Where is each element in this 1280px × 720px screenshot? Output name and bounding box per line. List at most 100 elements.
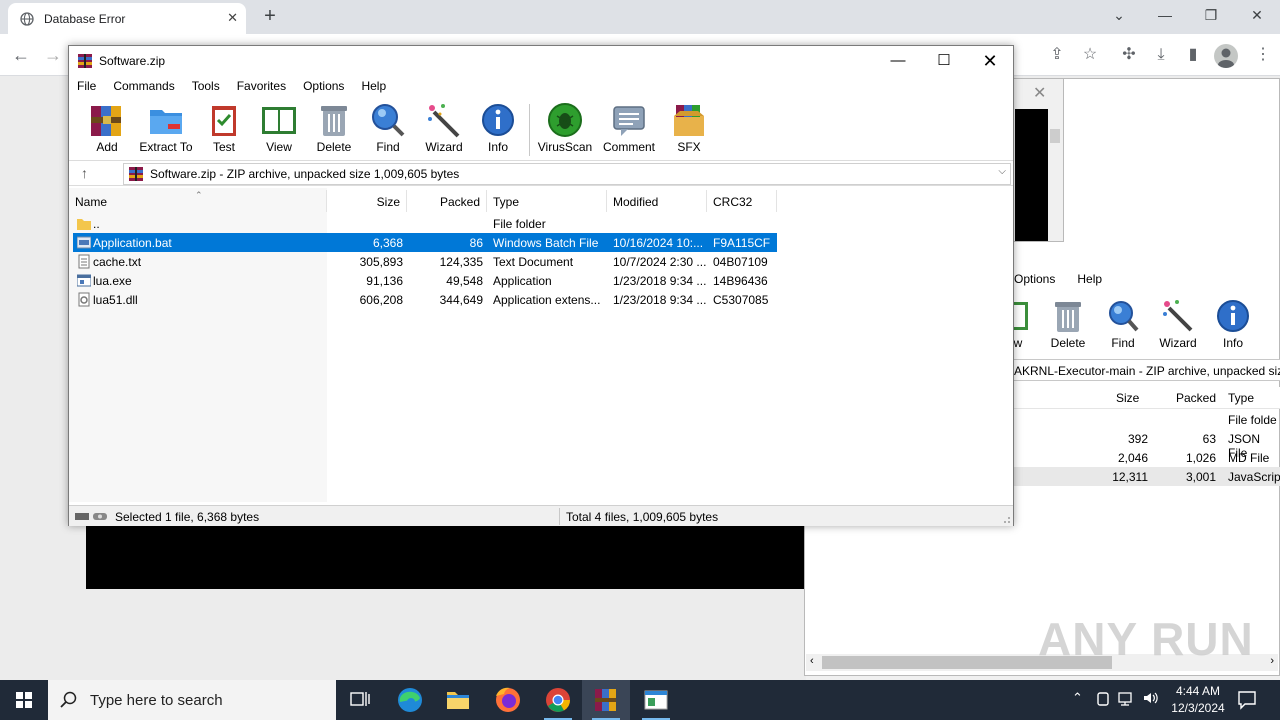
virusscan-button[interactable]: VirusScan <box>537 102 593 154</box>
menu-tools[interactable]: Tools <box>192 79 220 93</box>
forward-arrow-icon[interactable]: → <box>42 44 64 66</box>
menu-help[interactable]: Help <box>1077 272 1102 292</box>
file-explorer-icon[interactable] <box>434 680 482 720</box>
background-dialog: ✕ <box>1012 78 1064 242</box>
menu-file[interactable]: File <box>77 79 96 93</box>
background-list-item-selected[interactable]: 12,311 3,001 JavaScrip <box>1012 467 1280 486</box>
back-wizard-button[interactable]: Wizard <box>1153 298 1203 350</box>
background-list-item[interactable]: 2,046 1,026 MD File <box>1012 448 1280 467</box>
winrar-window[interactable]: Software.zip — ☐ ✕ File Commands Tools F… <box>68 45 1014 526</box>
delete-button[interactable]: Delete <box>311 102 357 154</box>
taskbar-clock[interactable]: 4:44 AM 12/3/2024 <box>1166 683 1230 717</box>
notification-icon[interactable] <box>1236 690 1258 710</box>
back-delete-button[interactable]: Delete <box>1043 298 1093 350</box>
column-type[interactable]: Type <box>1228 391 1254 405</box>
browser-tab-title: Database Error <box>44 11 126 26</box>
dropdown-chevron-icon[interactable]: ⌵ <box>998 166 1006 177</box>
back-arrow-icon[interactable]: ← <box>10 44 32 66</box>
view-button[interactable]: View <box>255 102 303 154</box>
maximize-button[interactable]: ☐ <box>921 46 967 76</box>
bookmark-star-icon[interactable]: ☆ <box>1079 44 1101 66</box>
up-folder-arrow-icon[interactable]: ↑ <box>81 165 88 181</box>
back-find-button[interactable]: Find <box>1098 298 1148 350</box>
status-bar: Selected 1 file, 6,368 bytes Total 4 fil… <box>69 505 1013 526</box>
sfx-button[interactable]: SFX <box>667 102 711 154</box>
wizard-button[interactable]: Wizard <box>421 102 467 154</box>
extensions-puzzle-icon[interactable]: ✣ <box>1118 44 1140 66</box>
column-crc32[interactable]: CRC32 <box>707 190 777 212</box>
download-icon[interactable]: ⤓ <box>1150 44 1172 66</box>
table-row[interactable]: .. File folder <box>73 214 777 233</box>
menu-favorites[interactable]: Favorites <box>237 79 286 93</box>
table-row-selected[interactable]: Application.bat 6,368 86 Windows Batch F… <box>73 233 777 252</box>
menu-commands[interactable]: Commands <box>113 79 174 93</box>
background-menubar: Options Help <box>1014 272 1102 292</box>
folder-icon <box>77 216 91 231</box>
share-icon[interactable]: ⇪ <box>1046 44 1068 66</box>
table-row[interactable]: lua51.dll 606,208 344,649 Application ex… <box>73 290 777 309</box>
tab-search-chevron-icon[interactable]: ⌄ <box>1096 4 1142 28</box>
back-info-button[interactable]: Info <box>1208 298 1258 350</box>
chrome-icon[interactable] <box>534 680 582 720</box>
archive-path-field[interactable]: Software.zip - ZIP archive, unpacked siz… <box>123 163 1011 185</box>
minimize-button[interactable]: — <box>875 46 921 76</box>
folder-extract-icon <box>148 102 184 138</box>
clock-time: 4:44 AM <box>1175 684 1221 698</box>
sfx-box-icon <box>671 102 707 138</box>
scrollbar-thumb[interactable] <box>1050 129 1060 143</box>
info-button[interactable]: Info <box>477 102 519 154</box>
resize-grip-icon[interactable] <box>1001 514 1011 524</box>
restore-browser-button[interactable]: ❐ <box>1188 4 1234 28</box>
tab-close-icon[interactable]: ✕ <box>227 10 238 26</box>
column-type[interactable]: Type <box>487 190 607 212</box>
column-packed[interactable]: Packed <box>1176 391 1216 405</box>
column-modified[interactable]: Modified <box>607 190 707 212</box>
test-button[interactable]: Test <box>203 102 245 154</box>
side-panel-icon[interactable]: ▮ <box>1182 44 1204 66</box>
column-size[interactable]: Size <box>1116 391 1139 405</box>
window-app-icon[interactable] <box>632 680 680 720</box>
volume-icon[interactable] <box>1142 690 1160 706</box>
windows-start-icon[interactable] <box>0 680 48 720</box>
column-size[interactable]: Size <box>327 190 407 212</box>
info-icon <box>1216 298 1250 334</box>
comment-button[interactable]: Comment <box>601 102 657 154</box>
task-view-icon[interactable] <box>336 680 384 720</box>
profile-avatar[interactable] <box>1214 44 1238 68</box>
scroll-right-icon[interactable]: › <box>1270 655 1274 667</box>
menubar: File Commands Tools Favorites Options He… <box>69 76 1013 96</box>
batch-file-icon <box>77 235 91 250</box>
background-list-item[interactable]: 392 63 JSON File <box>1012 429 1280 460</box>
background-address-bar[interactable]: AKRNL-Executor-main - ZIP archive, unpac… <box>1012 359 1280 381</box>
console-window-fragment <box>86 525 804 589</box>
window-titlebar[interactable]: Software.zip <box>69 46 1013 76</box>
minimize-browser-button[interactable]: — <box>1142 4 1188 28</box>
winrar-archive-icon <box>128 166 144 182</box>
winrar-taskbar-icon[interactable] <box>582 680 630 720</box>
taskbar-search-input[interactable]: Type here to search <box>48 680 336 720</box>
browser-tab[interactable]: Database Error ✕ <box>8 3 246 34</box>
table-row[interactable]: cache.txt 305,893 124,335 Text Document … <box>73 252 777 271</box>
find-button[interactable]: Find <box>367 102 409 154</box>
new-tab-button[interactable]: + <box>258 5 282 29</box>
firefox-icon[interactable] <box>484 680 532 720</box>
chevron-up-icon[interactable]: ⌃ <box>1072 690 1083 706</box>
background-list-item[interactable]: File folde <box>1012 410 1280 429</box>
menu-options[interactable]: Options <box>303 79 344 93</box>
menu-help[interactable]: Help <box>361 79 386 93</box>
close-browser-button[interactable]: ✕ <box>1234 4 1280 28</box>
network-icon[interactable] <box>1118 691 1134 707</box>
extract-to-button[interactable]: Extract To <box>137 102 195 154</box>
info-icon <box>480 102 516 138</box>
edge-browser-icon[interactable] <box>386 680 434 720</box>
device-icon[interactable] <box>1096 691 1110 707</box>
table-row[interactable]: lua.exe 91,136 49,548 Application 1/23/2… <box>73 271 777 290</box>
add-button[interactable]: Add <box>83 102 131 154</box>
exe-file-icon <box>77 273 91 288</box>
column-packed[interactable]: Packed <box>407 190 487 212</box>
menu-options[interactable]: Options <box>1014 272 1055 292</box>
scroll-left-icon[interactable]: ‹ <box>810 655 814 667</box>
close-icon[interactable]: ✕ <box>1033 83 1046 103</box>
browser-menu-icon[interactable]: ⋮ <box>1252 44 1274 66</box>
close-button[interactable]: ✕ <box>967 46 1013 76</box>
